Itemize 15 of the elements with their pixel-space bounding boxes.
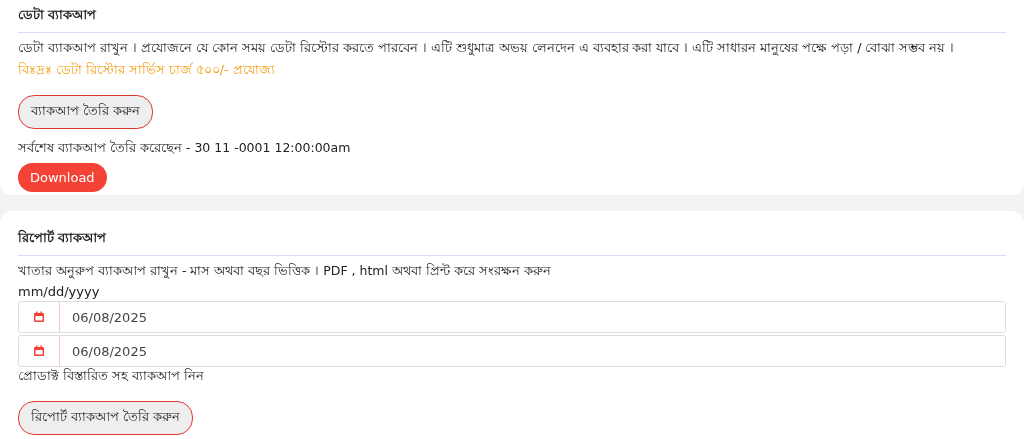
date-field[interactable]: 06/08/2025 [18, 301, 1006, 333]
date-format-label: mm/dd/yyyy [18, 284, 101, 299]
date-field[interactable]: 06/08/2025 [18, 335, 1006, 367]
section-title: রিপোর্ট ব্যাকআপ [18, 229, 1006, 256]
last-backup-text: সর্বশেষ ব্যাকআপ তৈরি করেছেন - 30 11 -0001 12:00:00am [18, 139, 352, 157]
description-text: খাতার অনুরুপ ব্যাকআপ রাখুন - মাস অথবা বছর ভিত্তিক । PDF , html অথবা প্রিন্ট করে সংরক্ষন করুন [18, 262, 552, 281]
download-button[interactable]: Download [18, 163, 107, 192]
calendar-icon [33, 311, 45, 323]
report-backup-button[interactable]: রিপোর্ট ব্যাকআপ তৈরি করুন [18, 401, 193, 435]
description-text: ডেটা ব্যাকআপ রাখুন । প্রযোজনে যে কোন সময় ডেটা রিস্টোর করতে পারবেন । এটি শুধুমাত্র অভয় লেনদেন এ ব্যবহার করা যাবে । এটি সাধারন মানুষের পক্ষে পড়া / বোঝা সম্ভব নয় । [18, 39, 956, 58]
note-text: বিঃদ্রঃ ডেটা রিস্টোর সার্ভিস চার্জ ৫০০/- প্রযোজ্য [18, 61, 276, 79]
create-backup-button[interactable]: ব্যাকআপ তৈরি করুন [18, 95, 153, 129]
section-title: ডেটা ব্যাকআপ [18, 6, 1006, 33]
product-note-text: প্রোডাক্ট বিস্তারিত সহ ব্যাকআপ নিন [18, 367, 205, 385]
calendar-icon [33, 345, 45, 357]
